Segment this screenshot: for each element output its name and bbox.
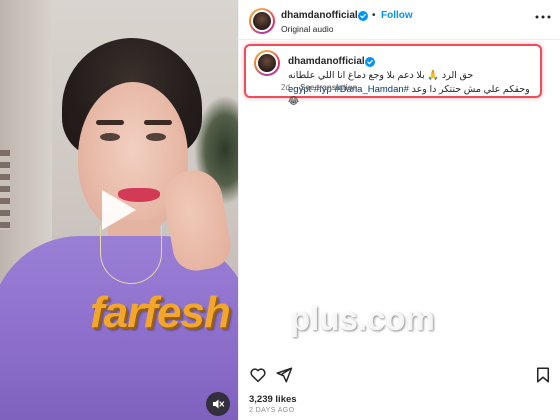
mute-button[interactable]: [206, 392, 230, 416]
author-username[interactable]: dhamdanofficial: [281, 10, 358, 21]
caption-username[interactable]: dhamdanofficial: [288, 56, 365, 67]
caption-text-line-1: حق الرد 🙏 بلا دعم بلا وجع دماغ انا اللي …: [288, 70, 474, 81]
post-info-panel: dhamdanofficial • Follow Original audio …: [238, 0, 560, 420]
verified-badge-icon: [358, 11, 368, 21]
separator-dot: •: [372, 10, 376, 21]
avatar[interactable]: [249, 8, 275, 34]
caption-age: 2d: [281, 83, 290, 92]
likes-count[interactable]: 3,239 likes: [249, 394, 297, 405]
subject-left-brow: [96, 120, 124, 125]
post-timestamp: 2 DAYS AGO: [249, 407, 295, 414]
action-bar: [239, 364, 560, 388]
video-player[interactable]: [0, 0, 238, 420]
see-translation-link[interactable]: See translation: [300, 83, 357, 92]
audio-label[interactable]: Original audio: [281, 24, 333, 34]
caption-avatar[interactable]: [254, 50, 280, 76]
verified-badge-icon: [365, 57, 375, 67]
subject-right-eye: [146, 133, 166, 141]
more-options-icon[interactable]: [535, 14, 551, 20]
mute-icon: [213, 399, 225, 409]
background-shelf: [0, 150, 10, 230]
send-icon[interactable]: [275, 366, 293, 384]
heart-icon[interactable]: [249, 366, 267, 384]
bookmark-icon[interactable]: [534, 366, 552, 384]
subject-left-eye: [100, 133, 120, 141]
caption-meta: 2d See translation: [281, 83, 358, 92]
play-icon[interactable]: [96, 186, 140, 234]
post-header: dhamdanofficial • Follow Original audio: [239, 0, 560, 40]
subject-right-brow: [144, 120, 172, 125]
follow-button[interactable]: Follow: [381, 10, 413, 21]
